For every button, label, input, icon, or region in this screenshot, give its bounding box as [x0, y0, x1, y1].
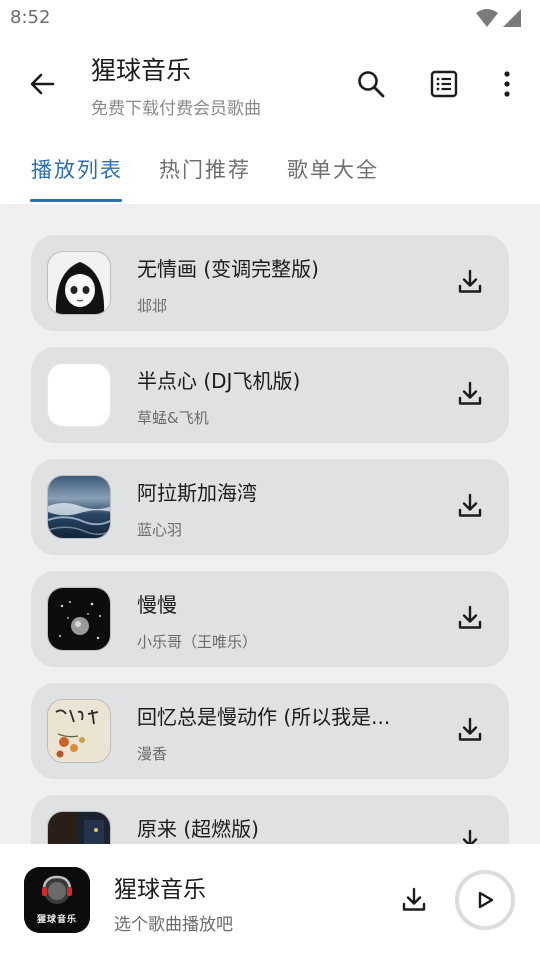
player-download-button[interactable] — [396, 882, 432, 918]
night-window-cover — [47, 811, 111, 844]
search-button[interactable] — [351, 64, 391, 104]
search-icon — [358, 71, 385, 98]
player-subtitle: 选个歌曲播放吧 — [114, 915, 233, 935]
song-item[interactable]: 无情画 (变调完整版) 邶邶 — [31, 235, 509, 331]
song-artist: 草蜢&飞机 — [137, 409, 209, 427]
song-title: 原来 (超燃版) — [137, 817, 259, 841]
download-button[interactable] — [453, 825, 487, 844]
download-button[interactable] — [453, 601, 487, 635]
song-title: 半点心 (DJ飞机版) — [137, 369, 301, 393]
tab-song-lists[interactable]: 歌单大全 — [287, 154, 379, 184]
mini-player: 猩球音乐 猩球音乐 选个歌曲播放吧 — [0, 844, 540, 960]
player-title: 猩球音乐 — [114, 877, 206, 903]
cellular-signal-icon — [503, 9, 521, 27]
app-title: 猩球音乐 — [91, 56, 192, 85]
tab-indicator — [30, 199, 122, 202]
calligraphy-flowers-cover — [47, 699, 111, 763]
back-button[interactable] — [22, 64, 62, 104]
anime-girl-cover — [47, 251, 111, 315]
download-button[interactable] — [453, 713, 487, 747]
download-button[interactable] — [453, 489, 487, 523]
dark-moon-cover — [47, 587, 111, 651]
download-icon — [458, 269, 482, 293]
download-icon — [402, 887, 426, 911]
wifi-icon — [476, 9, 498, 27]
song-artist: 邶邶 — [137, 297, 168, 315]
song-item[interactable]: 阿拉斯加海湾 蓝心羽 — [31, 459, 509, 555]
status-bar: 8:52 — [0, 0, 540, 36]
song-item[interactable]: 回忆总是慢动作 (所以我是... 漫香 — [31, 683, 509, 779]
tab-playlist[interactable]: 播放列表 — [31, 154, 123, 184]
more-vert-icon — [504, 71, 510, 97]
ocean-waves-cover — [47, 475, 111, 539]
app-logo: 猩球音乐 — [24, 867, 90, 933]
song-title: 无情画 (变调完整版) — [137, 257, 319, 281]
play-icon — [478, 891, 494, 909]
download-button[interactable] — [453, 377, 487, 411]
song-list[interactable]: 无情画 (变调完整版) 邶邶 半点心 (DJ飞机版) 草蜢&飞机 阿拉斯加海湾 … — [0, 204, 540, 844]
tab-hot-recommend[interactable]: 热门推荐 — [159, 154, 251, 184]
play-button[interactable] — [455, 870, 515, 930]
download-icon — [462, 829, 478, 844]
logo-text: 猩球音乐 — [36, 915, 77, 925]
download-icon — [458, 717, 482, 741]
song-title: 回忆总是慢动作 (所以我是... — [137, 705, 391, 729]
download-icon — [458, 493, 482, 517]
blank-white-cover — [47, 363, 111, 427]
song-item[interactable]: 原来 (超燃版) — [31, 795, 509, 844]
download-button[interactable] — [453, 265, 487, 299]
download-icon — [458, 605, 482, 629]
song-title: 慢慢 — [137, 593, 177, 617]
list-icon — [430, 70, 458, 98]
download-icon — [458, 381, 482, 405]
app-subtitle: 免费下载付费会员歌曲 — [91, 99, 261, 119]
status-icons — [476, 8, 522, 28]
song-artist: 漫香 — [137, 745, 168, 763]
list-view-button[interactable] — [424, 64, 464, 104]
back-arrow-icon — [30, 73, 55, 95]
tab-bar: 播放列表 热门推荐 歌单大全 — [0, 132, 540, 204]
song-item[interactable]: 慢慢 小乐哥（王唯乐） — [31, 571, 509, 667]
app-bar: 猩球音乐 免费下载付费会员歌曲 — [0, 36, 540, 132]
status-time: 8:52 — [10, 7, 51, 28]
song-title: 阿拉斯加海湾 — [137, 481, 257, 505]
more-options-button[interactable] — [487, 64, 527, 104]
song-artist: 蓝心羽 — [137, 521, 183, 539]
song-artist: 小乐哥（王唯乐） — [137, 633, 258, 651]
song-item[interactable]: 半点心 (DJ飞机版) 草蜢&飞机 — [31, 347, 509, 443]
